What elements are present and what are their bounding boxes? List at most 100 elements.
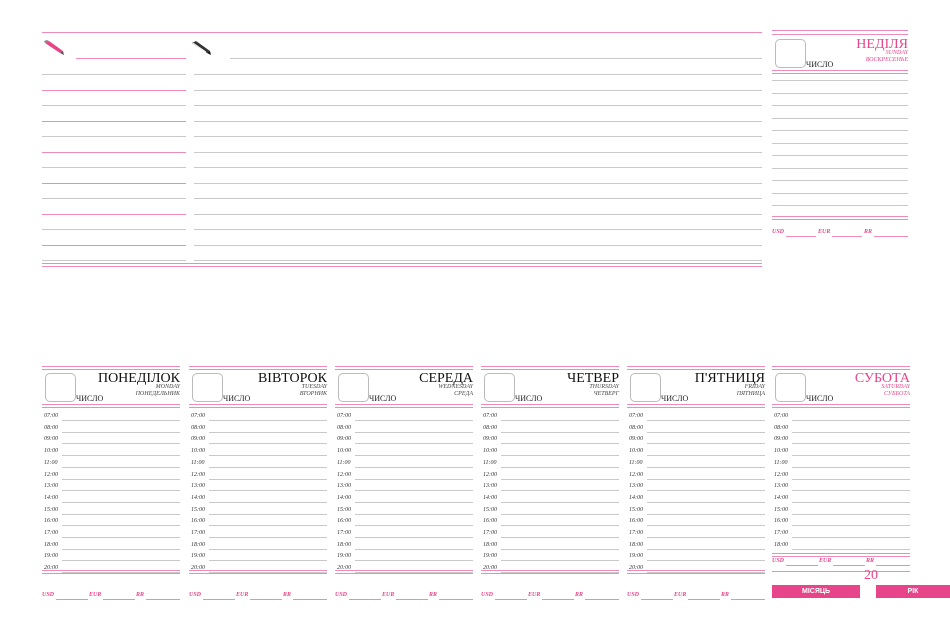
time-slot-line[interactable] — [792, 490, 910, 492]
time-slot-line[interactable] — [62, 513, 180, 515]
time-slot-line[interactable] — [62, 548, 180, 550]
year-button[interactable]: РІК — [876, 585, 950, 598]
time-slot-line[interactable] — [209, 525, 327, 527]
time-slot-line[interactable] — [209, 548, 327, 550]
time-slot-line[interactable] — [355, 490, 473, 492]
time-slot-line[interactable] — [792, 466, 910, 468]
time-slot-label: 07:00 — [483, 413, 497, 419]
eur-label: EUR — [382, 592, 395, 598]
time-slot-label: 09:00 — [483, 436, 497, 443]
time-slot-line[interactable] — [792, 478, 910, 480]
eur-label: EUR — [236, 592, 249, 598]
time-slot-line[interactable] — [355, 560, 473, 562]
time-slot-line[interactable] — [501, 490, 619, 492]
time-slot-line[interactable] — [501, 501, 619, 503]
time-slot-label: 19:00 — [44, 553, 58, 560]
date-box[interactable] — [338, 373, 369, 402]
time-slot-line[interactable] — [355, 501, 473, 503]
date-box[interactable] — [45, 373, 76, 402]
time-slot-line[interactable] — [501, 513, 619, 515]
time-slot-line[interactable] — [501, 548, 619, 550]
time-slot-line[interactable] — [209, 420, 327, 421]
date-box[interactable] — [192, 373, 223, 402]
time-slot-label: 11:00 — [44, 459, 58, 466]
time-slot-line[interactable] — [501, 455, 619, 457]
time-slot-line[interactable] — [355, 420, 473, 421]
date-box[interactable] — [630, 373, 661, 402]
time-slot-line[interactable] — [355, 443, 473, 445]
time-slot-line[interactable] — [501, 443, 619, 445]
time-slot-line[interactable] — [62, 466, 180, 468]
time-slot-line[interactable] — [355, 525, 473, 527]
time-slot-label: 12:00 — [191, 471, 205, 478]
time-slot-line[interactable] — [647, 478, 765, 480]
time-slot-line[interactable] — [62, 560, 180, 562]
time-slot-line[interactable] — [62, 478, 180, 480]
time-slot-line[interactable] — [62, 420, 180, 421]
time-slot-line[interactable] — [209, 478, 327, 480]
time-slot-line[interactable] — [647, 443, 765, 445]
time-slot-line[interactable] — [647, 431, 765, 433]
time-slot-line[interactable] — [62, 431, 180, 433]
time-slot-line[interactable] — [792, 501, 910, 503]
time-slot-line[interactable] — [209, 513, 327, 515]
date-box[interactable] — [484, 373, 515, 402]
time-slot-line[interactable] — [209, 501, 327, 503]
time-slot-line[interactable] — [647, 455, 765, 457]
time-slot-line[interactable] — [501, 431, 619, 433]
time-slot-line[interactable] — [62, 537, 180, 538]
time-slot-line[interactable] — [209, 466, 327, 468]
rr-label: RR — [864, 229, 873, 235]
month-button[interactable]: МІСЯЦЬ — [772, 585, 860, 598]
time-slot-line[interactable] — [647, 420, 765, 421]
time-slot-line[interactable] — [501, 560, 619, 562]
rr-label: RR — [283, 592, 292, 598]
note-line — [194, 244, 762, 246]
time-slot-line[interactable] — [792, 525, 910, 527]
time-slot-line[interactable] — [355, 537, 473, 538]
time-slot-line[interactable] — [501, 420, 619, 421]
time-slot-line[interactable] — [647, 513, 765, 515]
date-box[interactable] — [775, 39, 806, 68]
time-slot-line[interactable] — [647, 501, 765, 503]
time-slot-line[interactable] — [647, 548, 765, 550]
time-slot-line[interactable] — [355, 548, 473, 550]
time-slot-line[interactable] — [792, 443, 910, 445]
time-slot-line[interactable] — [62, 525, 180, 527]
time-slot-line[interactable] — [792, 420, 910, 421]
time-slot-line[interactable] — [62, 455, 180, 457]
time-slot-line[interactable] — [62, 501, 180, 503]
time-slot-line[interactable] — [647, 525, 765, 527]
date-box[interactable] — [775, 373, 806, 402]
rr-label: RR — [866, 558, 875, 564]
time-slot-line[interactable] — [647, 537, 765, 538]
time-slot-line[interactable] — [647, 466, 765, 468]
day-panel: ЧИСЛО ВІВТОРОК TUESDAY ВТОРНИК 07:00 08:00 09:… — [189, 366, 327, 600]
time-slot-line[interactable] — [355, 431, 473, 433]
time-slot-line[interactable] — [62, 443, 180, 445]
time-slot-line[interactable] — [501, 537, 619, 538]
time-slot-line[interactable] — [647, 490, 765, 492]
time-slot-line[interactable] — [209, 560, 327, 562]
time-slot-line[interactable] — [792, 431, 910, 433]
time-slot-line[interactable] — [209, 431, 327, 433]
time-slot-line[interactable] — [209, 443, 327, 445]
time-slot-line[interactable] — [62, 490, 180, 492]
time-slot-line[interactable] — [792, 537, 910, 538]
time-slot-line[interactable] — [501, 525, 619, 527]
time-slot-line[interactable] — [355, 478, 473, 480]
time-slot-line[interactable] — [792, 513, 910, 515]
time-slot-line[interactable] — [355, 513, 473, 515]
time-slot-line[interactable] — [792, 548, 910, 550]
time-slot-line[interactable] — [209, 455, 327, 457]
time-slot-line[interactable] — [647, 560, 765, 562]
time-slot-label: 17:00 — [629, 530, 643, 536]
time-slot-line[interactable] — [209, 537, 327, 538]
time-slot-line[interactable] — [355, 466, 473, 468]
time-slot-line[interactable] — [209, 490, 327, 492]
time-slot-line[interactable] — [355, 455, 473, 457]
time-slot-line[interactable] — [792, 455, 910, 457]
time-slot-line[interactable] — [501, 478, 619, 480]
time-slot-label: 14:00 — [44, 494, 58, 501]
time-slot-line[interactable] — [501, 466, 619, 468]
